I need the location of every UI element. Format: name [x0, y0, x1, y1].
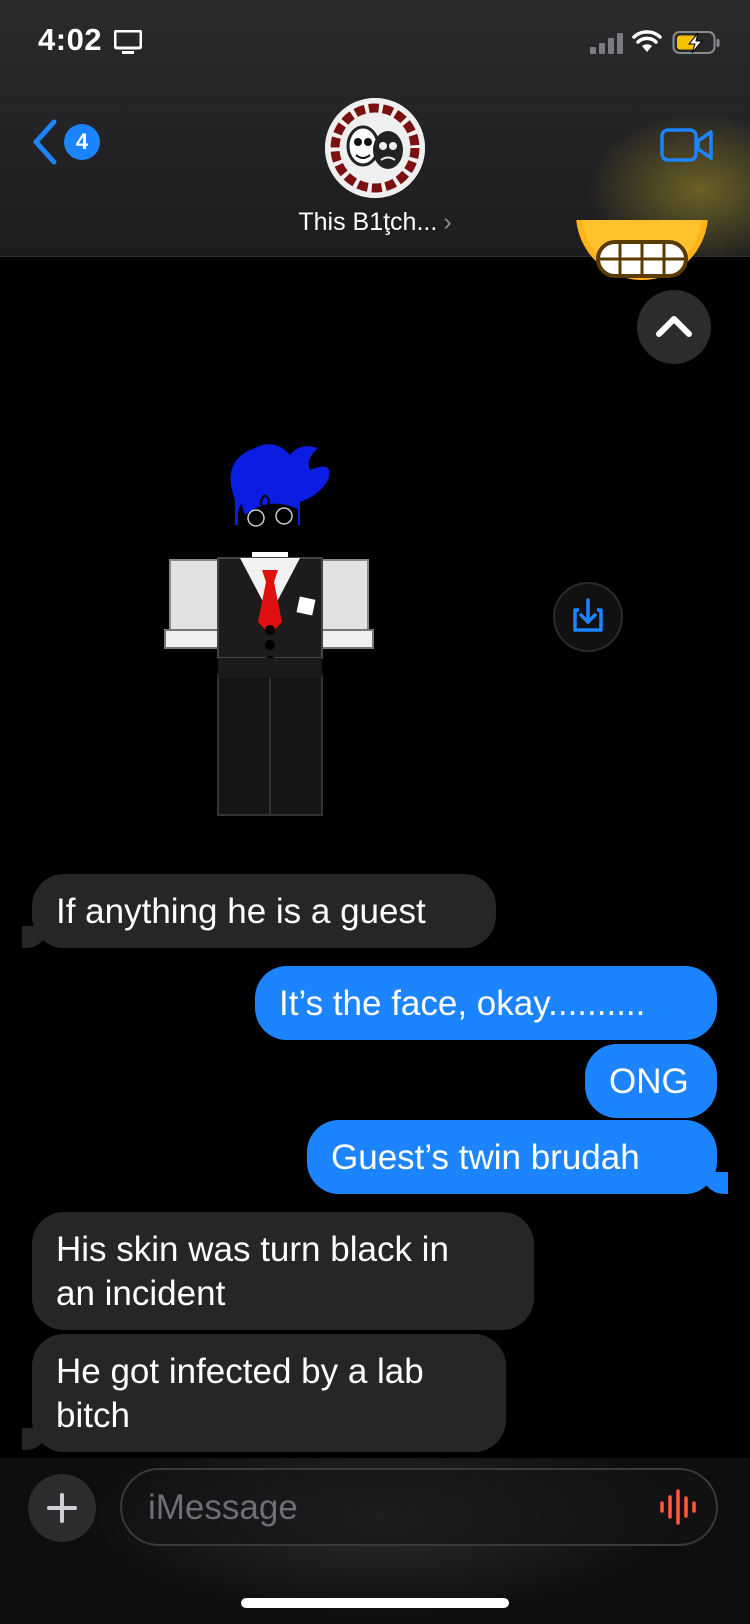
roblox-character-image[interactable] [160, 440, 380, 820]
message-text: ONG [609, 1062, 689, 1101]
message-bubble-outgoing[interactable]: ONG [585, 1044, 717, 1118]
avatar-masks-image [325, 98, 425, 198]
unread-count-badge[interactable]: 4 [64, 124, 100, 160]
bubble-tail [22, 1428, 48, 1450]
message-text-line: an incident [56, 1274, 226, 1313]
message-bubble-outgoing[interactable]: Guest’s twin brudah [307, 1120, 717, 1194]
save-download-icon [573, 598, 603, 632]
contact-avatar[interactable] [325, 98, 425, 198]
message-text-line: He got infected by a lab [56, 1352, 424, 1391]
message-text: Guest’s twin brudah [331, 1138, 640, 1177]
message-text: If anything he is a guest [56, 892, 426, 931]
save-image-button[interactable] [553, 582, 623, 652]
message-input-field[interactable] [120, 1468, 718, 1546]
message-bubble-incoming[interactable]: If anything he is a guest [32, 874, 496, 948]
video-camera-icon[interactable] [660, 127, 714, 163]
plus-icon [47, 1493, 77, 1523]
message-text-line: bitch [56, 1396, 130, 1435]
home-indicator[interactable] [241, 1598, 509, 1608]
audio-waveform-icon[interactable] [658, 1488, 698, 1526]
screen-mirroring-icon [114, 30, 142, 54]
message-text-line: His skin was turn black in [56, 1230, 449, 1269]
contact-chevron-icon: › [443, 208, 452, 236]
conversation-header: 4:02 4 This B1ţch... › [0, 0, 750, 257]
message-text: It’s the face, okay.......... [279, 984, 646, 1023]
status-time: 4:02 [38, 22, 103, 57]
message-bubble-outgoing[interactable]: It’s the face, okay.......... [255, 966, 717, 1040]
chevron-up-icon [656, 316, 692, 337]
contact-name: This B1ţch... [298, 208, 438, 236]
message-input[interactable] [146, 1482, 620, 1534]
cellular-signal-icon [590, 33, 623, 54]
scroll-up-button[interactable] [637, 290, 711, 364]
battery-charging-icon [672, 31, 720, 54]
bubble-tail [702, 1172, 728, 1194]
wifi-icon [632, 30, 662, 52]
apps-plus-button[interactable] [28, 1474, 96, 1542]
message-bubble-incoming[interactable]: He got infected by a lab bitch [32, 1334, 506, 1452]
bubble-tail [22, 926, 48, 948]
message-bubble-incoming[interactable]: His skin was turn black in an incident [32, 1212, 534, 1330]
